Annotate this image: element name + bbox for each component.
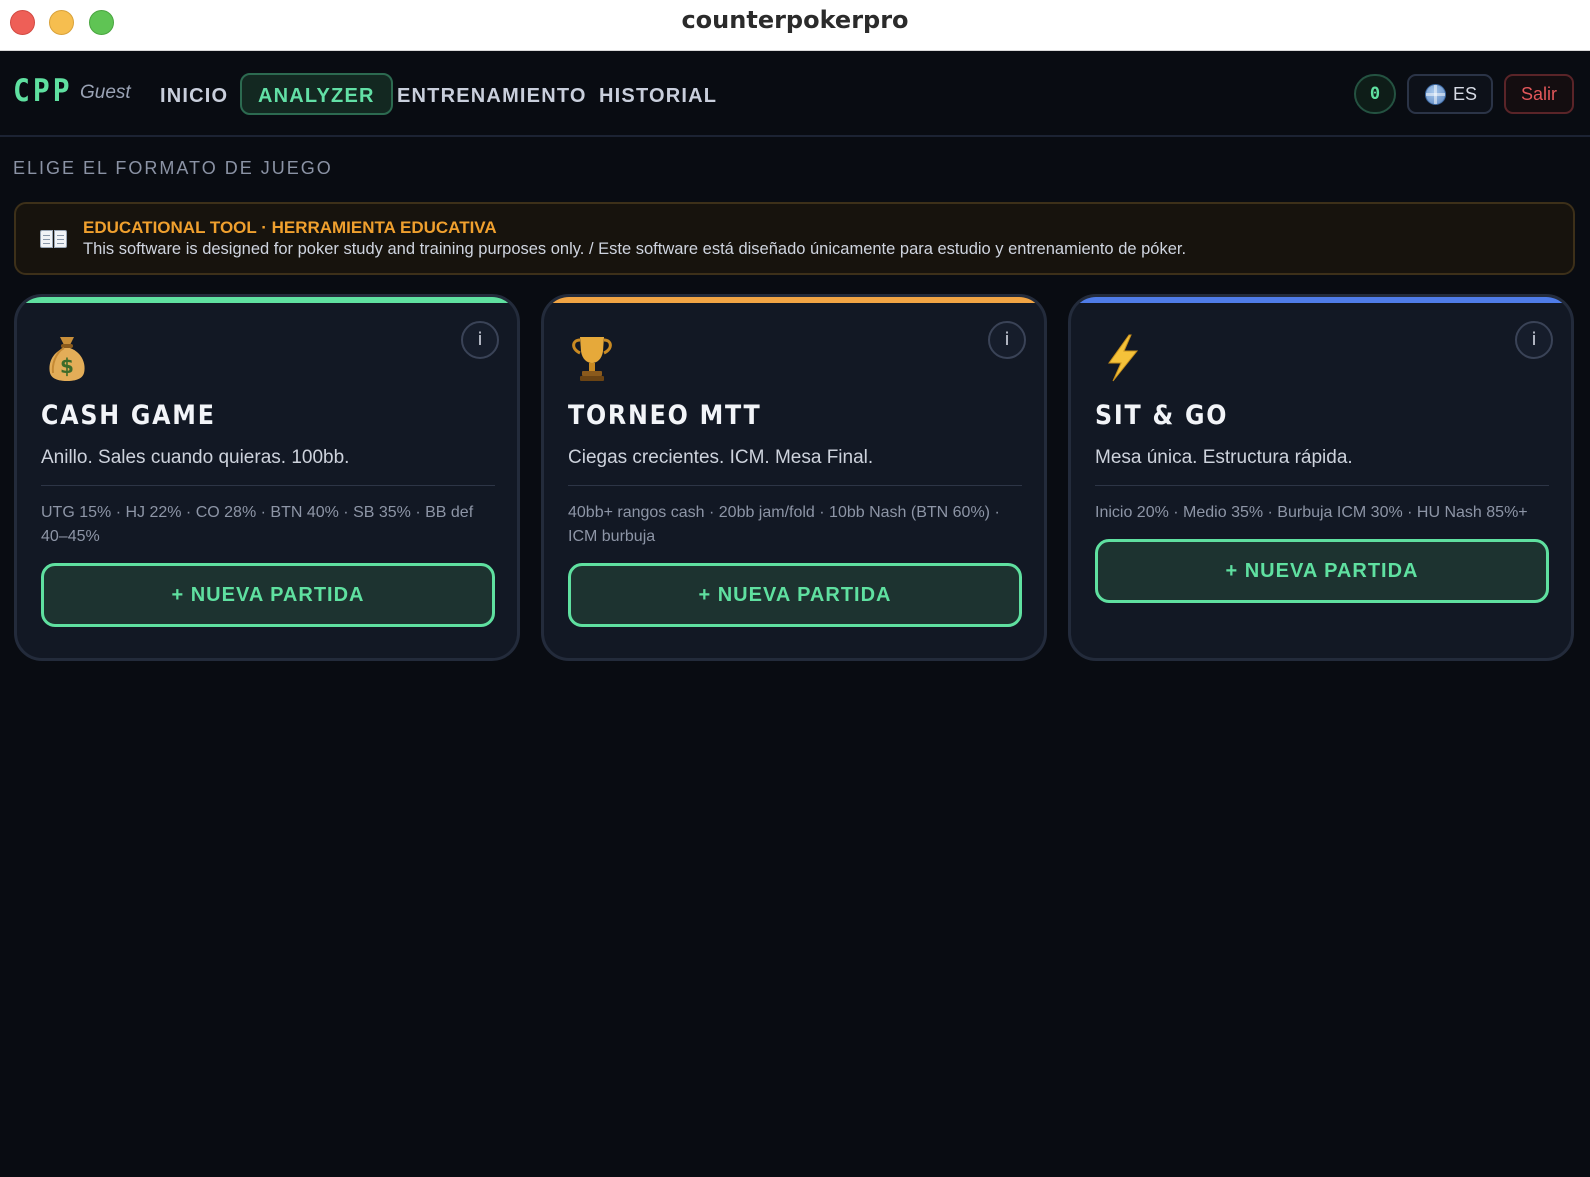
nav-item-historial[interactable]: HISTORIAL	[581, 73, 735, 115]
new-game-button[interactable]: + NUEVA PARTIDA	[41, 563, 495, 627]
svg-text:$: $	[60, 354, 74, 378]
new-game-button[interactable]: + NUEVA PARTIDA	[568, 563, 1022, 627]
card-accent-bar	[17, 297, 517, 303]
card-title: SIT & GO	[1095, 400, 1229, 431]
nav-item-analyzer[interactable]: ANALYZER	[240, 73, 393, 115]
banner-title: EDUCATIONAL TOOL · HERRAMIENTA EDUCATIVA	[83, 218, 497, 237]
window-title: counterpokerpro	[681, 6, 909, 34]
counter-badge[interactable]: 0	[1354, 74, 1396, 114]
app-logo[interactable]: CPP	[13, 72, 73, 108]
card-title: TORNEO MTT	[568, 400, 762, 431]
card-ranges: Inicio 20% · Medio 35% · Burbuja ICM 30%…	[1095, 504, 1528, 521]
lightning-icon	[1108, 334, 1139, 382]
new-game-button[interactable]: + NUEVA PARTIDA	[1095, 539, 1549, 603]
nav-item-inicio[interactable]: INICIO	[142, 73, 246, 115]
info-button[interactable]: i	[1515, 321, 1553, 359]
card-accent-bar	[544, 297, 1044, 303]
language-label: ES	[1453, 84, 1478, 104]
banner-text: This software is designed for poker stud…	[83, 240, 1187, 258]
educational-banner: EDUCATIONAL TOOL · HERRAMIENTA EDUCATIVA…	[14, 202, 1575, 275]
card-sit-and-go: i SIT & GO Mesa única. Estructura rápida…	[1068, 294, 1574, 661]
logout-button[interactable]: Salir	[1504, 74, 1574, 114]
top-navbar: CPP Guest INICIO ANALYZER ENTRENAMIENTO …	[0, 51, 1590, 137]
money-bag-icon: $	[49, 337, 85, 381]
nav-item-entrenamiento[interactable]: ENTRENAMIENTO	[379, 73, 605, 115]
card-subtitle: Ciegas crecientes. ICM. Mesa Final.	[568, 447, 874, 468]
globe-icon	[1425, 84, 1446, 105]
info-button[interactable]: i	[461, 321, 499, 359]
card-ranges: UTG 15% · HJ 22% · CO 28% · BTN 40% · SB…	[41, 504, 474, 545]
card-divider	[1095, 485, 1549, 486]
card-accent-bar	[1071, 297, 1571, 303]
trophy-icon	[572, 337, 612, 381]
user-name: Guest	[80, 82, 131, 103]
card-divider	[568, 485, 1022, 486]
card-ranges: 40bb+ rangos cash · 20bb jam/fold · 10bb…	[568, 504, 1000, 545]
card-divider	[41, 485, 495, 486]
card-cash-game: i $ CASH GAME Anillo. Sales cuando quier…	[14, 294, 520, 661]
info-button[interactable]: i	[988, 321, 1026, 359]
language-button[interactable]: ES	[1407, 74, 1493, 114]
card-torneo-mtt: i TORNEO MTT Ciegas crecientes. ICM. Mes…	[541, 294, 1047, 661]
card-subtitle: Mesa única. Estructura rápida.	[1095, 447, 1353, 468]
card-subtitle: Anillo. Sales cuando quieras. 100bb.	[41, 447, 350, 468]
window-titlebar: counterpokerpro	[0, 0, 1590, 51]
card-title: CASH GAME	[41, 400, 216, 431]
section-title: ELIGE EL FORMATO DE JUEGO	[13, 158, 333, 178]
open-book-icon	[40, 228, 68, 250]
